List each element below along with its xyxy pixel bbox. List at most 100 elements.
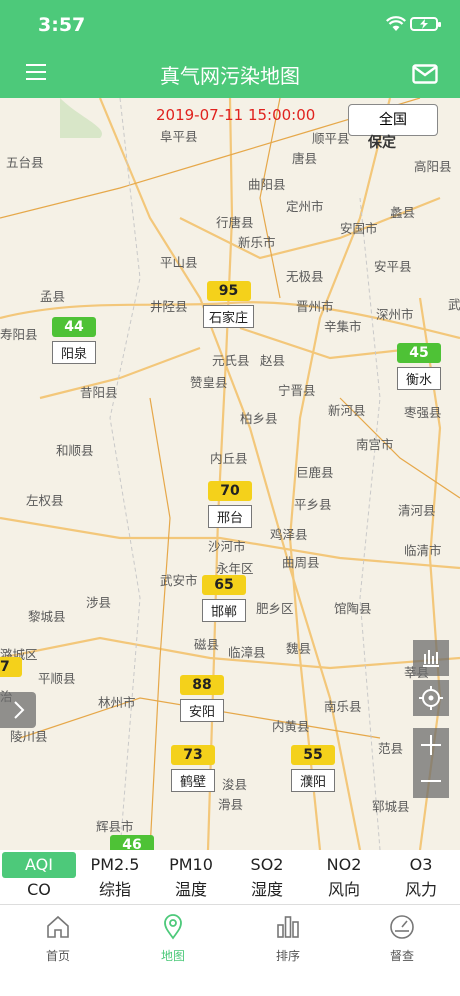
place-label: 武安市 bbox=[160, 573, 198, 588]
place-label: 陵川县 bbox=[10, 729, 48, 744]
pollutant-composite-index[interactable]: 综指 bbox=[78, 877, 152, 903]
tab-label: 督查 bbox=[389, 949, 414, 963]
tab-ranking[interactable]: 排序 bbox=[248, 913, 328, 964]
tab-map[interactable]: 地图 bbox=[133, 913, 213, 964]
place-label: 南宫市 bbox=[356, 437, 394, 452]
location-pin-icon bbox=[164, 914, 182, 940]
place-label: 肥乡区 bbox=[256, 601, 294, 616]
place-label: 涉县 bbox=[86, 595, 112, 610]
place-label: 滑县 bbox=[218, 797, 244, 812]
pollutant-so2[interactable]: SO2 bbox=[230, 852, 304, 878]
pollutant-wind-direction[interactable]: 风向 bbox=[306, 877, 382, 903]
station-name: 阳泉 bbox=[52, 341, 96, 364]
place-label: 五台县 bbox=[6, 155, 44, 170]
place-label: 内黄县 bbox=[272, 719, 310, 734]
place-label: 武 bbox=[448, 297, 460, 312]
aqi-value: 46 bbox=[110, 835, 154, 850]
page-title: 真气网污染地图 bbox=[160, 64, 300, 88]
chart-button[interactable] bbox=[413, 640, 449, 676]
aqi-value: 70 bbox=[208, 481, 252, 501]
place-label: 黎城县 bbox=[28, 609, 66, 624]
ranking-icon bbox=[277, 916, 299, 938]
place-label: 宁晋县 bbox=[278, 383, 316, 398]
station-marker[interactable]: 73 鹤壁 bbox=[171, 744, 215, 792]
place-label: 馆陶县 bbox=[334, 601, 372, 616]
nav-bar: 真气网污染地图 bbox=[0, 50, 460, 98]
place-label: 磁县 bbox=[194, 637, 220, 652]
place-label: 元氏县 bbox=[212, 353, 250, 368]
place-label: 孟县 bbox=[40, 289, 66, 304]
place-label: 辛集市 bbox=[324, 319, 362, 334]
station-marker[interactable]: 45 衡水 bbox=[397, 342, 441, 390]
place-label: 无极县 bbox=[286, 269, 324, 284]
place-label: 阜平县 bbox=[160, 129, 198, 144]
place-label: 蠡县 bbox=[390, 205, 416, 220]
place-label: 临漳县 bbox=[228, 645, 266, 660]
station-marker[interactable]: 70 邢台 bbox=[208, 480, 252, 528]
data-timestamp: 2019-07-11 15:00:00 bbox=[156, 106, 316, 124]
battery-icon bbox=[410, 17, 441, 31]
pollutant-pm25[interactable]: PM2.5 bbox=[78, 852, 152, 878]
aqi-value: 67 bbox=[0, 657, 22, 677]
pollutant-humidity[interactable]: 湿度 bbox=[230, 877, 304, 903]
place-label: 南乐县 bbox=[324, 699, 362, 714]
place-label: 平山县 bbox=[160, 255, 198, 270]
place-label: 内丘县 bbox=[210, 451, 248, 466]
station-marker[interactable]: 55 濮阳 bbox=[291, 744, 335, 792]
place-label: 平顺县 bbox=[38, 671, 76, 686]
place-label: 清河县 bbox=[398, 503, 436, 518]
pollutant-temperature[interactable]: 温度 bbox=[154, 877, 228, 903]
place-label: 辉县市 bbox=[96, 819, 134, 834]
pollutant-no2[interactable]: NO2 bbox=[306, 852, 382, 878]
plus-icon bbox=[421, 735, 441, 755]
gauge-icon bbox=[390, 915, 414, 939]
place-label: 临清市 bbox=[404, 543, 442, 558]
place-label: 曲阳县 bbox=[248, 177, 286, 192]
station-name: 邢台 bbox=[208, 505, 252, 528]
place-label: 柏乡县 bbox=[240, 411, 278, 426]
mail-icon[interactable] bbox=[412, 64, 438, 84]
place-label: 安国市 bbox=[340, 221, 378, 236]
place-label: 深州市 bbox=[376, 307, 414, 322]
station-marker[interactable]: 95 石家庄 bbox=[203, 280, 255, 328]
station-marker[interactable]: 46 bbox=[110, 834, 154, 850]
station-marker[interactable]: 88 安阳 bbox=[180, 674, 224, 722]
place-label: 林州市 bbox=[98, 695, 136, 710]
station-name: 濮阳 bbox=[291, 769, 335, 792]
place-label: 魏县 bbox=[286, 641, 312, 656]
station-name: 鹤壁 bbox=[171, 769, 215, 792]
pollutant-co[interactable]: CO bbox=[2, 877, 76, 903]
pollutant-pm10[interactable]: PM10 bbox=[154, 852, 228, 878]
status-bar: 3:57 bbox=[0, 0, 460, 50]
station-marker[interactable]: 44 阳泉 bbox=[52, 316, 96, 364]
station-marker[interactable]: 65 邯郸 bbox=[202, 574, 246, 622]
pollution-map[interactable]: 2019-07-11 15:00:00 全国 保定 阜平县 顺平县 高阳县 五台… bbox=[0, 98, 460, 850]
tab-home[interactable]: 首页 bbox=[18, 913, 98, 964]
place-label: 行唐县 bbox=[216, 215, 254, 230]
aqi-value: 95 bbox=[206, 281, 251, 301]
zoom-in-button[interactable] bbox=[413, 728, 449, 762]
pollutant-o3[interactable]: O3 bbox=[384, 852, 458, 878]
aqi-value: 44 bbox=[52, 317, 96, 337]
pollutant-wind-force[interactable]: 风力 bbox=[384, 877, 458, 903]
chevron-right-icon bbox=[14, 701, 25, 719]
place-label: 晋州市 bbox=[296, 299, 334, 314]
place-label: 赞皇县 bbox=[190, 375, 228, 390]
aqi-value: 88 bbox=[180, 675, 224, 695]
station-name: 安阳 bbox=[180, 699, 224, 722]
zoom-out-button[interactable] bbox=[413, 764, 449, 798]
pollutant-aqi[interactable]: AQI bbox=[2, 852, 76, 878]
tab-inspection[interactable]: 督查 bbox=[362, 913, 442, 964]
station-name: 衡水 bbox=[397, 367, 441, 390]
aqi-value: 55 bbox=[291, 745, 335, 765]
place-label: 定州市 bbox=[286, 199, 324, 214]
place-label: 昔阳县 bbox=[80, 385, 118, 400]
status-time: 3:57 bbox=[38, 14, 86, 36]
place-label: 井陉县 bbox=[150, 299, 188, 314]
place-label: 曲周县 bbox=[282, 555, 320, 570]
station-marker[interactable]: 67 bbox=[0, 656, 22, 677]
place-label: 浚县 bbox=[222, 777, 248, 792]
locate-button[interactable] bbox=[413, 680, 449, 716]
expand-panel-button[interactable] bbox=[0, 692, 36, 728]
place-label: 沙河市 bbox=[208, 539, 246, 554]
